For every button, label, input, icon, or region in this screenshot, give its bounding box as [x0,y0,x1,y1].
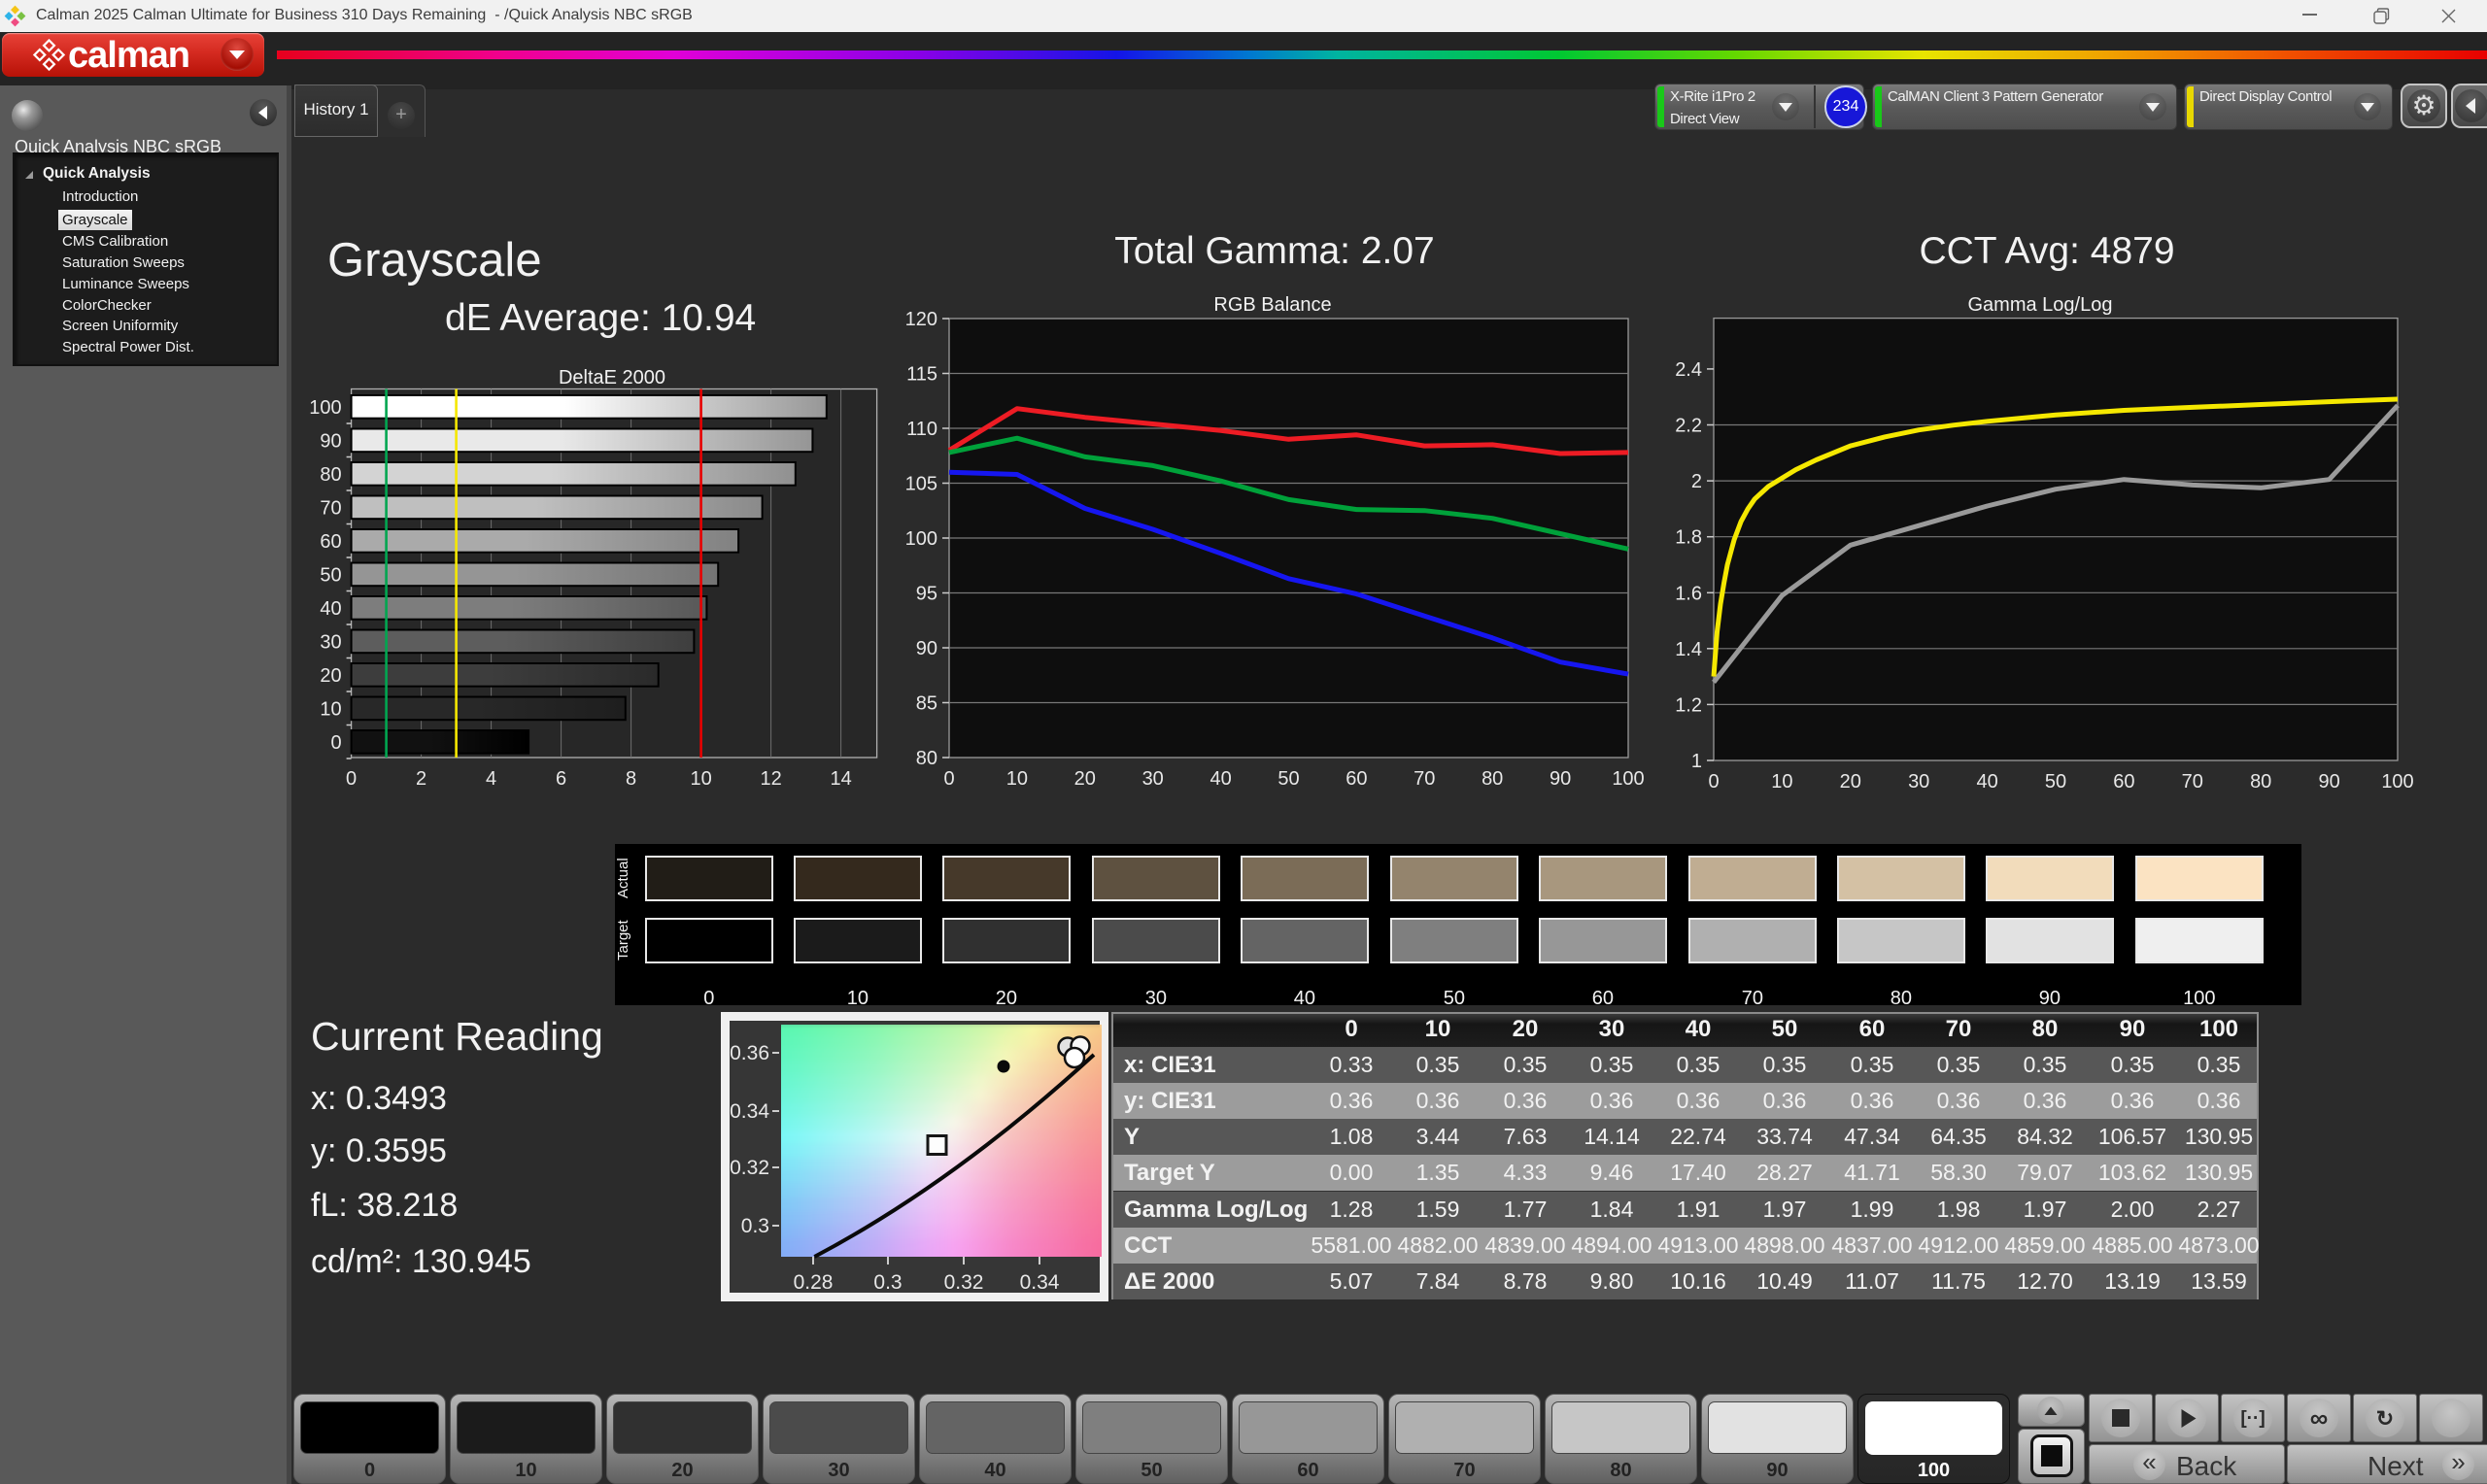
svg-text:100: 100 [1612,768,1644,790]
svg-text:120: 120 [905,309,937,330]
svg-text:1.4: 1.4 [1675,639,1702,660]
svg-text:30: 30 [1908,771,1929,793]
svg-text:10: 10 [320,699,341,721]
svg-text:30: 30 [1142,768,1164,790]
svg-text:0: 0 [346,768,357,790]
svg-text:4: 4 [486,768,496,790]
svg-text:70: 70 [320,498,341,520]
svg-text:90: 90 [2318,771,2339,793]
svg-text:20: 20 [1840,771,1861,793]
svg-text:80: 80 [1482,768,1503,790]
svg-text:14: 14 [830,768,851,790]
svg-text:10: 10 [690,768,711,790]
svg-text:105: 105 [905,474,937,495]
svg-text:1: 1 [1691,751,1702,772]
svg-text:0.32: 0.32 [944,1271,984,1294]
svg-text:0.3: 0.3 [741,1215,769,1237]
svg-text:2.4: 2.4 [1675,359,1702,381]
svg-text:2: 2 [416,768,426,790]
svg-text:40: 40 [1976,771,1997,793]
svg-text:100: 100 [309,397,341,419]
svg-text:70: 70 [1414,768,1435,790]
svg-text:100: 100 [905,528,937,550]
svg-text:50: 50 [2045,771,2066,793]
svg-text:70: 70 [2182,771,2203,793]
svg-text:95: 95 [916,584,937,605]
svg-text:60: 60 [2113,771,2134,793]
svg-text:8: 8 [626,768,636,790]
svg-text:6: 6 [556,768,566,790]
svg-text:10: 10 [1006,768,1028,790]
svg-text:60: 60 [1346,768,1367,790]
svg-text:1.2: 1.2 [1675,694,1702,716]
svg-text:90: 90 [1550,768,1571,790]
svg-text:30: 30 [320,632,341,654]
svg-text:1.8: 1.8 [1675,527,1702,549]
svg-text:0.34: 0.34 [730,1100,769,1123]
svg-text:90: 90 [916,638,937,659]
svg-text:0: 0 [330,732,341,754]
svg-text:115: 115 [906,364,937,386]
svg-text:12: 12 [760,768,781,790]
svg-text:0.32: 0.32 [730,1157,769,1179]
svg-text:80: 80 [916,748,937,769]
svg-text:0.36: 0.36 [730,1042,769,1064]
svg-text:80: 80 [2250,771,2271,793]
svg-text:2: 2 [1691,471,1702,492]
svg-text:0.3: 0.3 [873,1271,902,1294]
svg-text:85: 85 [916,693,937,715]
svg-text:20: 20 [1074,768,1096,790]
svg-text:50: 50 [1278,768,1299,790]
svg-text:80: 80 [320,464,341,486]
svg-text:60: 60 [320,531,341,553]
svg-text:1.6: 1.6 [1675,583,1702,604]
svg-text:90: 90 [320,431,341,453]
svg-text:100: 100 [2381,771,2413,793]
svg-text:0: 0 [943,768,954,790]
svg-text:0.34: 0.34 [1020,1271,1060,1294]
svg-text:20: 20 [320,665,341,687]
svg-text:40: 40 [1209,768,1231,790]
svg-text:10: 10 [1771,771,1792,793]
svg-text:50: 50 [320,565,341,587]
svg-text:2.2: 2.2 [1675,416,1702,437]
svg-text:40: 40 [320,598,341,620]
svg-text:0.28: 0.28 [794,1271,834,1294]
svg-text:0: 0 [1708,771,1719,793]
svg-text:110: 110 [906,419,937,440]
